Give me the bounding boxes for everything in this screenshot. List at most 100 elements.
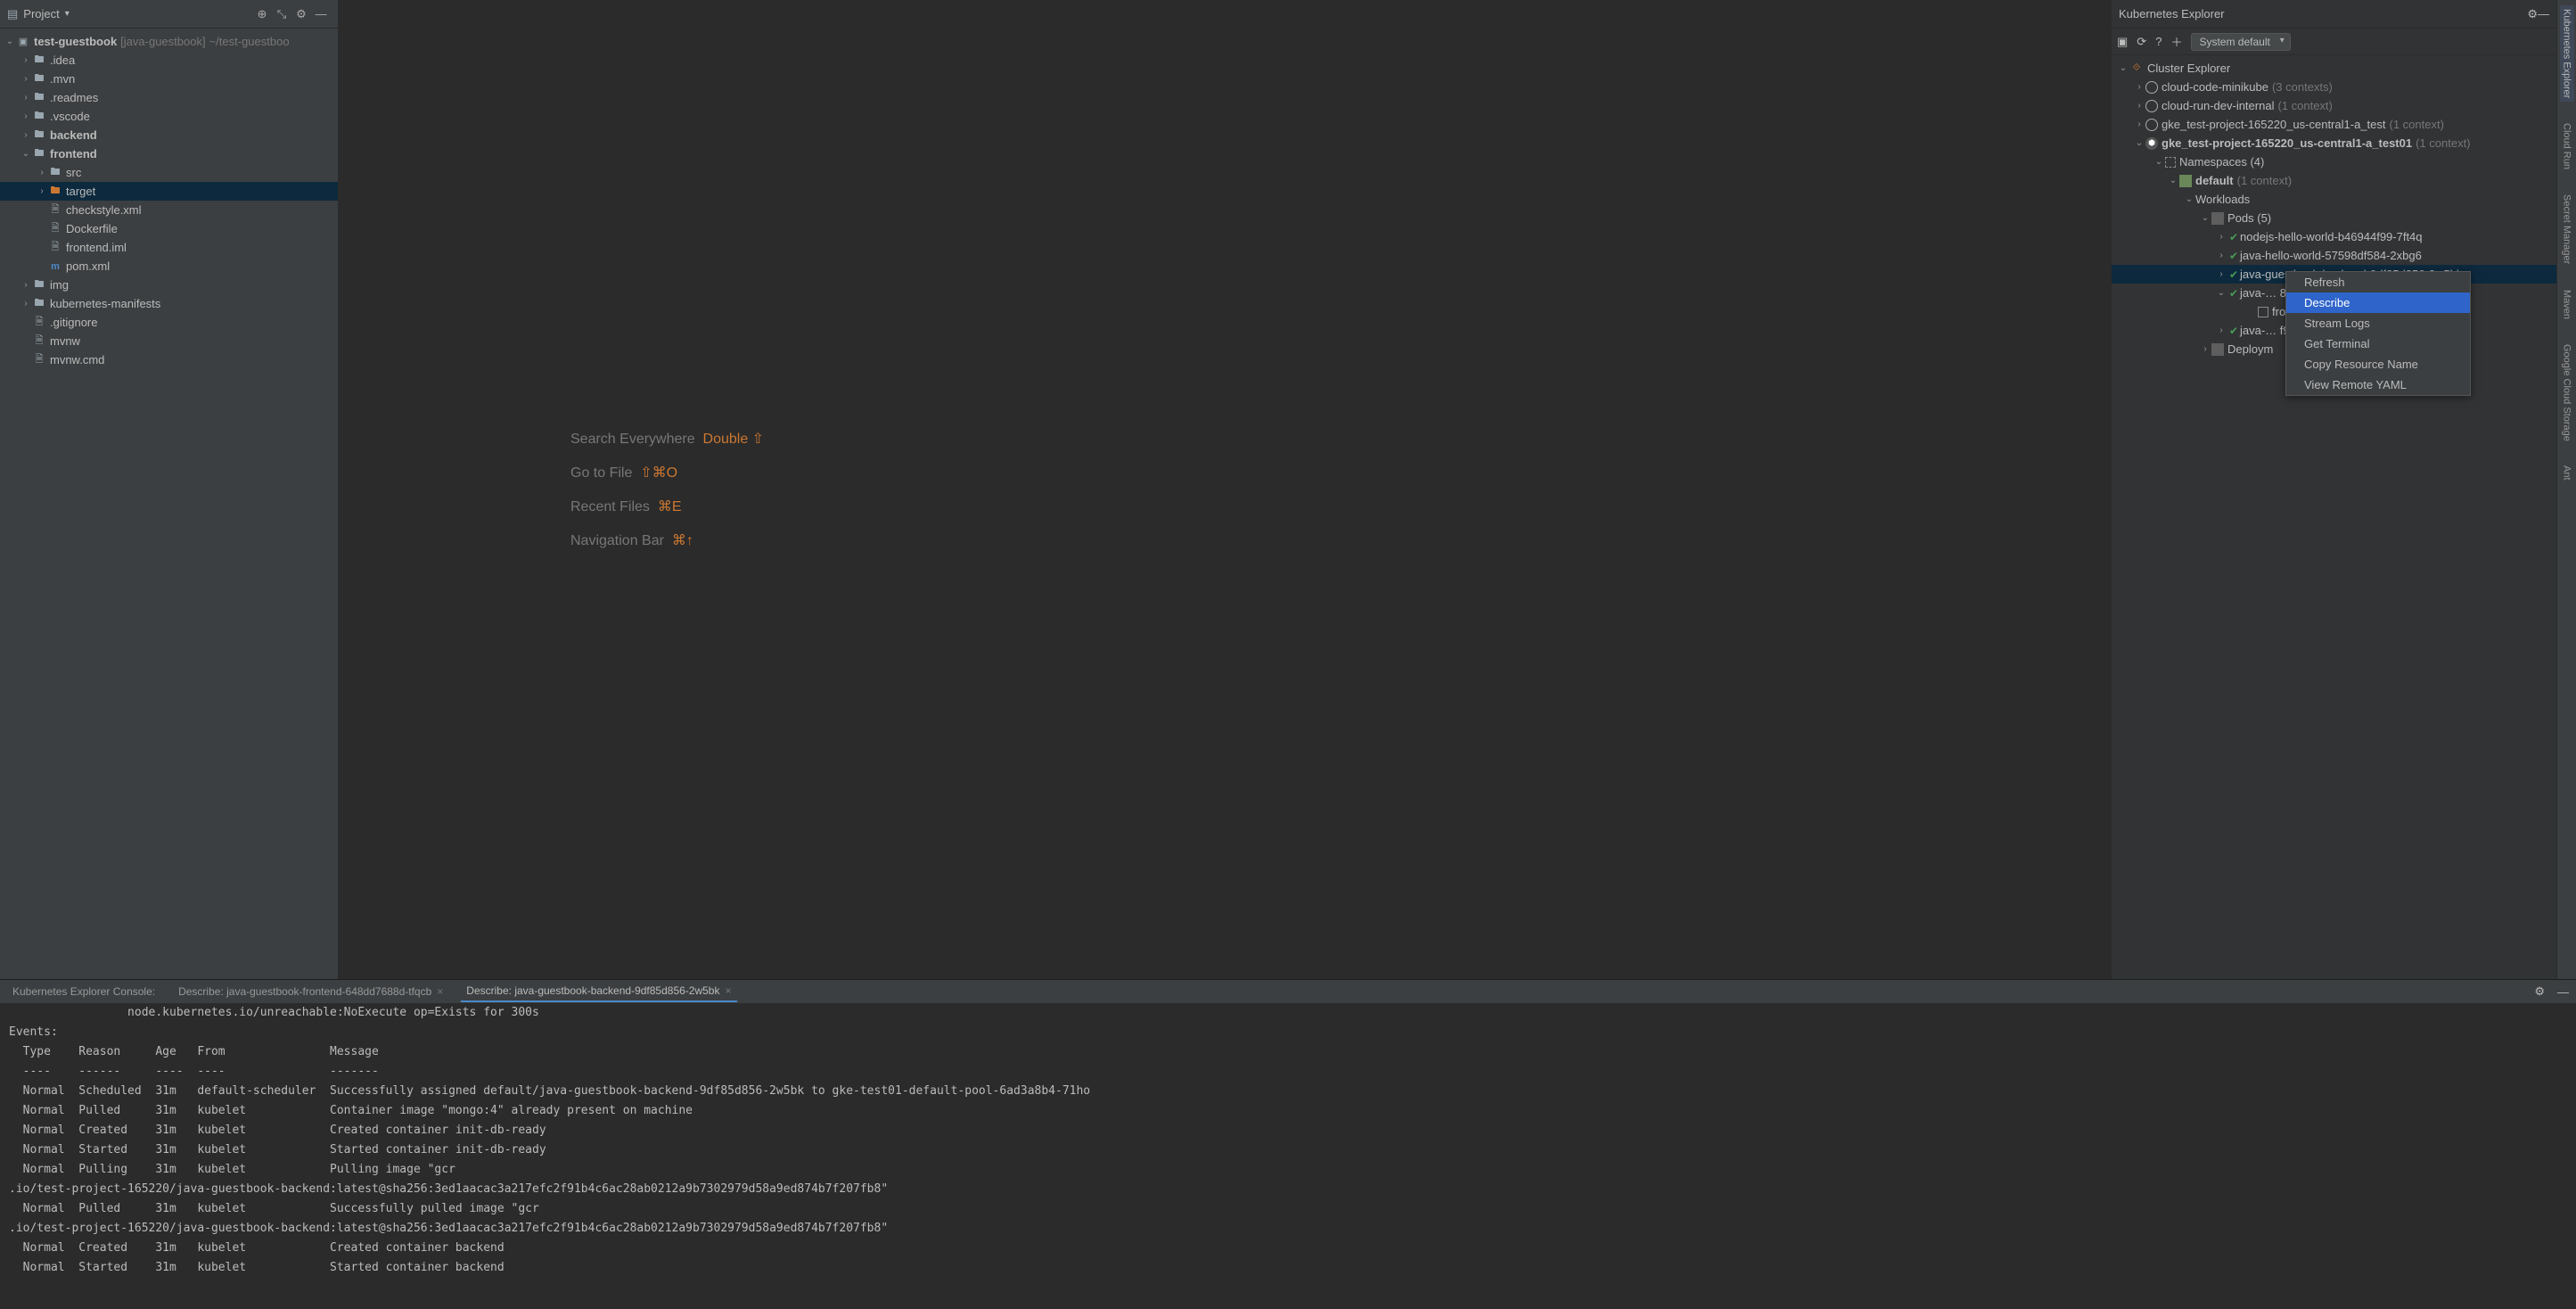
help-icon[interactable]: ? — [2155, 35, 2162, 48]
chevron-icon[interactable]: › — [2215, 232, 2227, 242]
tree-item[interactable]: › 🖿 .readmes — [0, 88, 338, 107]
cluster-name: gke_test-project-165220_us-central1-a_te… — [2162, 118, 2385, 131]
tree-item[interactable]: › 🖿 target — [0, 182, 338, 201]
chevron-right-icon[interactable]: › — [2199, 344, 2211, 354]
tool-tab-secret-manager[interactable]: Secret Manager — [2560, 191, 2574, 268]
project-tree[interactable]: ⌄ ▣ test-guestbook [java-guestbook] ~/te… — [0, 29, 338, 979]
chevron-down-icon[interactable]: ⌄ — [2153, 157, 2165, 167]
tree-item[interactable]: › 🖿 backend — [0, 126, 338, 144]
chevron-down-icon[interactable]: ⌄ — [4, 37, 16, 46]
minimize-icon[interactable]: — — [311, 4, 331, 24]
console-tabs: Kubernetes Explorer Console: Describe: ja… — [0, 980, 2576, 1003]
locate-icon[interactable]: ⊕ — [252, 4, 272, 24]
pod-node[interactable]: ›✔java-hello-world-57598df584-2xbg6 — [2112, 246, 2556, 265]
console-tab[interactable]: Describe: java-guestbook-backend-9df85d8… — [461, 981, 736, 1002]
chevron-icon[interactable]: › — [20, 74, 32, 84]
chevron-icon[interactable]: › — [2215, 269, 2227, 279]
tree-item[interactable]: 🗎 mvnw.cmd — [0, 350, 338, 369]
chevron-down-icon[interactable]: ⌄ — [2183, 194, 2195, 204]
menu-item-copy-resource-name[interactable]: Copy Resource Name — [2286, 354, 2470, 375]
chevron-icon[interactable]: ⌄ — [2215, 288, 2227, 298]
project-root-path: ~/test-guestboo — [209, 35, 290, 48]
welcome-hint: Search Everywhere Double ⇧ — [570, 430, 764, 448]
minimize-icon[interactable]: — — [2557, 985, 2569, 999]
refresh-icon[interactable]: ⟳ — [2137, 35, 2146, 49]
hint-shortcut: ⇧⌘O — [640, 465, 677, 481]
console-tab[interactable]: Kubernetes Explorer Console: — [7, 982, 160, 1001]
tree-item[interactable]: › 🖿 img — [0, 276, 338, 294]
project-dropdown-arrow-icon[interactable]: ▾ — [65, 9, 70, 19]
tree-item[interactable]: ⌄ 🖿 frontend — [0, 144, 338, 163]
chevron-down-icon[interactable]: ⌄ — [2117, 63, 2129, 73]
tree-item[interactable]: 🗎 checkstyle.xml — [0, 201, 338, 219]
close-icon[interactable]: × — [437, 985, 443, 998]
menu-item-view-remote-yaml[interactable]: View Remote YAML — [2286, 375, 2470, 395]
namespaces-node[interactable]: ⌄ Namespaces (4) — [2112, 152, 2556, 171]
cluster-node[interactable]: ›cloud-run-dev-internal(1 context) — [2112, 96, 2556, 115]
pod-name: fro — [2272, 305, 2285, 318]
cluster-node[interactable]: ›cloud-code-minikube(3 contexts) — [2112, 78, 2556, 96]
tree-item[interactable]: 🗎 frontend.iml — [0, 238, 338, 257]
chevron-icon[interactable]: › — [2215, 325, 2227, 335]
tree-item[interactable]: › 🖿 src — [0, 163, 338, 182]
gear-icon[interactable]: ⚙ — [2534, 984, 2545, 999]
hint-label: Search Everywhere — [570, 432, 695, 447]
chevron-down-icon[interactable]: ⌄ — [2167, 176, 2179, 185]
context-select[interactable]: System default — [2191, 33, 2290, 51]
welcome-hint: Navigation Bar ⌘↑ — [570, 531, 693, 549]
chevron-icon[interactable]: › — [20, 280, 32, 290]
workloads-node[interactable]: ⌄ Workloads — [2112, 190, 2556, 209]
menu-item-describe[interactable]: Describe — [2286, 292, 2470, 313]
chevron-icon[interactable]: › — [20, 130, 32, 140]
chevron-icon[interactable]: › — [20, 93, 32, 103]
menu-item-refresh[interactable]: Refresh — [2286, 272, 2470, 292]
menu-item-stream-logs[interactable]: Stream Logs — [2286, 313, 2470, 333]
menu-item-get-terminal[interactable]: Get Terminal — [2286, 333, 2470, 354]
chevron-icon[interactable]: › — [2133, 101, 2145, 111]
gear-icon[interactable]: ⚙ — [291, 4, 311, 24]
pods-node[interactable]: ⌄ Pods (5) — [2112, 209, 2556, 227]
chevron-icon[interactable]: › — [2133, 119, 2145, 129]
close-icon[interactable]: × — [725, 984, 731, 997]
default-namespace[interactable]: ⌄ default (1 context) — [2112, 171, 2556, 190]
console-output[interactable]: node.kubernetes.io/unreachable:NoExecute… — [0, 1003, 2576, 1309]
tool-tab-cloud-run[interactable]: Cloud Run — [2560, 119, 2574, 173]
chevron-icon[interactable]: › — [20, 111, 32, 121]
open-editor-icon[interactable]: ▣ — [2117, 35, 2128, 49]
tree-item[interactable]: 🗎 Dockerfile — [0, 219, 338, 238]
tree-item[interactable]: › 🖿 .vscode — [0, 107, 338, 126]
minimize-icon[interactable]: — — [2538, 7, 2549, 21]
chevron-icon[interactable]: › — [2133, 82, 2145, 92]
tool-tab-ant[interactable]: Ant — [2560, 462, 2574, 484]
chevron-icon[interactable]: ⌄ — [2133, 138, 2145, 148]
add-icon[interactable]: ＋ — [2170, 33, 2182, 50]
console-tab[interactable]: Describe: java-guestbook-frontend-648dd7… — [173, 982, 448, 1001]
chevron-icon[interactable]: ⌄ — [20, 149, 32, 159]
tree-item[interactable]: 🗎 mvnw — [0, 332, 338, 350]
collapse-icon[interactable]: ⤡ — [272, 4, 291, 24]
folder-icon: 🖿 — [32, 110, 46, 124]
tree-item[interactable]: m pom.xml — [0, 257, 338, 276]
tree-item[interactable]: › 🖿 .idea — [0, 51, 338, 70]
pod-node[interactable]: ›✔nodejs-hello-world-b46944f99-7ft4q — [2112, 227, 2556, 246]
tool-tab-google-cloud-storage[interactable]: Google Cloud Storage — [2560, 341, 2574, 445]
cluster-node[interactable]: ⌄⬢gke_test-project-165220_us-central1-a_… — [2112, 134, 2556, 152]
gear-icon[interactable]: ⚙ — [2527, 7, 2538, 21]
tree-item[interactable]: › 🖿 kubernetes-manifests — [0, 294, 338, 313]
project-root[interactable]: ⌄ ▣ test-guestbook [java-guestbook] ~/te… — [0, 32, 338, 51]
chevron-icon[interactable]: › — [20, 55, 32, 65]
tool-tab-maven[interactable]: Maven — [2560, 286, 2574, 323]
chevron-down-icon[interactable]: ⌄ — [2199, 213, 2211, 223]
tree-item[interactable]: 🗎 .gitignore — [0, 313, 338, 332]
chevron-icon[interactable]: › — [36, 186, 48, 196]
status-ok-icon: ✔ — [2227, 287, 2240, 300]
project-panel-title[interactable]: Project — [23, 7, 59, 21]
tool-tab-kubernetes-explorer[interactable]: Kubernetes Explorer — [2560, 5, 2574, 102]
chevron-icon[interactable]: › — [20, 299, 32, 309]
cluster-explorer-root[interactable]: ⌄ ⟐ Cluster Explorer — [2112, 59, 2556, 78]
k8s-tree[interactable]: ⌄ ⟐ Cluster Explorer ›cloud-code-minikub… — [2112, 55, 2556, 979]
chevron-icon[interactable]: › — [36, 168, 48, 177]
cluster-node[interactable]: › gke_test-project-165220_us-central1-a_t… — [2112, 115, 2556, 134]
chevron-icon[interactable]: › — [2215, 251, 2227, 260]
tree-item[interactable]: › 🖿 .mvn — [0, 70, 338, 88]
